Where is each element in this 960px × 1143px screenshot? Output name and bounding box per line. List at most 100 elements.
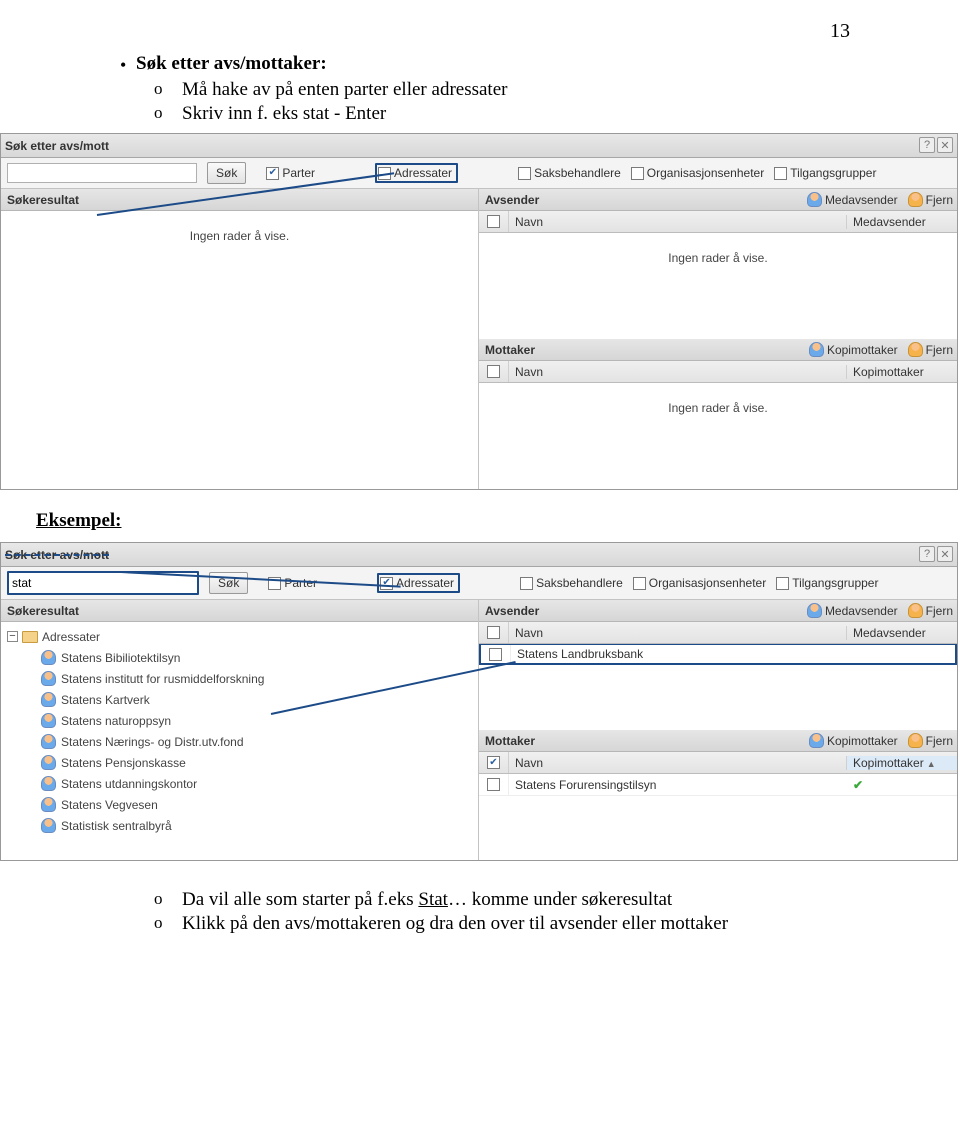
intro-sub2: Skriv inn f. eks stat - Enter <box>182 103 386 125</box>
person-icon <box>41 692 56 707</box>
person-icon <box>807 192 822 207</box>
person-icon <box>41 818 56 833</box>
adressater-label: Adressater <box>394 166 452 180</box>
tree-result-item[interactable]: Statens naturoppsyn <box>7 710 472 731</box>
org-checkbox[interactable] <box>631 167 644 180</box>
tree-result-label: Statens Nærings- og Distr.utv.fond <box>61 735 244 749</box>
avsender-row[interactable]: Statens Landbruksbank <box>479 644 957 665</box>
person-icon <box>809 733 824 748</box>
fjern-label-3[interactable]: Fjern <box>926 604 953 618</box>
adressater-node-label: Adressater <box>42 630 100 644</box>
tilgang-label: Tilgangsgrupper <box>790 166 876 180</box>
mottaker-header: Mottaker <box>485 343 535 357</box>
medavsender-column-2[interactable]: Medavsender <box>847 626 957 640</box>
panel-title: Søk etter avs/mott <box>5 139 109 153</box>
org-label: Organisasjonsenheter <box>647 166 764 180</box>
bullet-icon: • <box>120 53 136 77</box>
select-all-checkbox-4[interactable] <box>487 756 500 769</box>
person-icon <box>41 776 56 791</box>
kopimottaker-column-2[interactable]: Kopimottaker▲ <box>847 756 957 770</box>
parter-checkbox[interactable] <box>266 167 279 180</box>
close-icon-2[interactable]: ✕ <box>937 546 953 562</box>
tilgang-checkbox[interactable] <box>774 167 787 180</box>
person-icon <box>807 603 822 618</box>
person-icon <box>41 671 56 686</box>
saksbehandlere-label: Saksbehandlere <box>534 166 621 180</box>
tree-result-label: Statens Kartverk <box>61 693 150 707</box>
tree-result-item[interactable]: Statens Vegvesen <box>7 794 472 815</box>
row-checkbox[interactable] <box>489 648 502 661</box>
navn-column[interactable]: Navn <box>509 215 847 229</box>
select-all-checkbox-3[interactable] <box>487 626 500 639</box>
mottaker-row[interactable]: Statens Forurensingstilsyn ✔ <box>479 774 957 796</box>
person-remove-icon <box>908 603 923 618</box>
tree-result-label: Statistisk sentralbyrå <box>61 819 172 833</box>
page-number: 13 <box>0 0 960 53</box>
navn-column-4[interactable]: Navn <box>509 756 847 770</box>
person-icon <box>41 755 56 770</box>
saksbehandlere-checkbox[interactable] <box>518 167 531 180</box>
kopimottaker-label[interactable]: Kopimottaker <box>827 343 898 357</box>
tree-result-item[interactable]: Statens Bibiliotektilsyn <box>7 647 472 668</box>
panel-title-2: Søk etter avs/mott <box>5 548 109 562</box>
adressater-checkbox-2[interactable] <box>380 577 393 590</box>
navn-column-3[interactable]: Navn <box>509 626 847 640</box>
checkmark-icon: ✔ <box>847 778 957 792</box>
person-remove-icon <box>908 192 923 207</box>
medavsender-column[interactable]: Medavsender <box>847 215 957 229</box>
person-icon <box>41 797 56 812</box>
tree-result-label: Statens Vegvesen <box>61 798 158 812</box>
sort-asc-icon: ▲ <box>924 759 936 769</box>
tilgang-checkbox-2[interactable] <box>776 577 789 590</box>
medavsender-label-2[interactable]: Medavsender <box>825 604 898 618</box>
person-remove-icon <box>908 733 923 748</box>
tree-result-item[interactable]: Statens Kartverk <box>7 689 472 710</box>
help-icon-2[interactable]: ? <box>919 546 935 562</box>
kopimottaker-label-2[interactable]: Kopimottaker <box>827 734 898 748</box>
fjern-label[interactable]: Fjern <box>926 193 953 207</box>
eksempel-heading: Eksempel: <box>0 490 960 538</box>
tree-result-item[interactable]: Statens Pensjonskasse <box>7 752 472 773</box>
tree-node-adressater[interactable]: − Adressater <box>7 626 472 647</box>
tree-result-label: Statens utdanningskontor <box>61 777 197 791</box>
tree-result-item[interactable]: Statens utdanningskontor <box>7 773 472 794</box>
adressater-label-2: Adressater <box>396 576 454 590</box>
sub-bullet-icon: o <box>154 889 182 909</box>
empty-msg-left: Ingen rader å vise. <box>1 211 478 261</box>
person-icon <box>41 734 56 749</box>
tree-result-item[interactable]: Statistisk sentralbyrå <box>7 815 472 836</box>
sub-bullet-icon: o <box>154 913 182 933</box>
section-heading: Søk etter avs/mottaker: <box>136 53 327 75</box>
close-icon[interactable]: ✕ <box>937 137 953 153</box>
fjern-label-4[interactable]: Fjern <box>926 734 953 748</box>
search-input[interactable] <box>7 163 197 183</box>
search-button[interactable]: Søk <box>207 162 246 184</box>
navn-column-2[interactable]: Navn <box>509 365 847 379</box>
person-remove-icon <box>908 342 923 357</box>
collapse-icon[interactable]: − <box>7 631 18 642</box>
sokeresultat-header: Søkeresultat <box>7 193 79 207</box>
org-checkbox-2[interactable] <box>633 577 646 590</box>
sokeresultat-header-2: Søkeresultat <box>7 604 79 618</box>
parter-label: Parter <box>282 166 315 180</box>
select-all-checkbox-2[interactable] <box>487 365 500 378</box>
sub-bullet-icon: o <box>154 103 182 123</box>
tree-result-item[interactable]: Statens Nærings- og Distr.utv.fond <box>7 731 472 752</box>
row-checkbox-2[interactable] <box>487 778 500 791</box>
org-label-2: Organisasjonsenheter <box>649 576 766 590</box>
avsender-header-2: Avsender <box>485 604 539 618</box>
mottaker-row-name: Statens Forurensingstilsyn <box>509 778 847 792</box>
help-icon[interactable]: ? <box>919 137 935 153</box>
avsender-row-name: Statens Landbruksbank <box>511 647 845 661</box>
empty-msg-avsender: Ingen rader å vise. <box>479 233 957 283</box>
select-all-checkbox[interactable] <box>487 215 500 228</box>
search-input-2[interactable] <box>9 573 197 593</box>
outro-line2: Klikk på den avs/mottakeren og dra den o… <box>182 913 728 935</box>
saksbehandlere-checkbox-2[interactable] <box>520 577 533 590</box>
person-icon <box>41 650 56 665</box>
search-panel-1: Søk etter avs/mott ? ✕ Søk Parter Adress… <box>0 133 958 490</box>
fjern-label-2[interactable]: Fjern <box>926 343 953 357</box>
avsender-header: Avsender <box>485 193 539 207</box>
medavsender-label[interactable]: Medavsender <box>825 193 898 207</box>
kopimottaker-column[interactable]: Kopimottaker <box>847 365 957 379</box>
